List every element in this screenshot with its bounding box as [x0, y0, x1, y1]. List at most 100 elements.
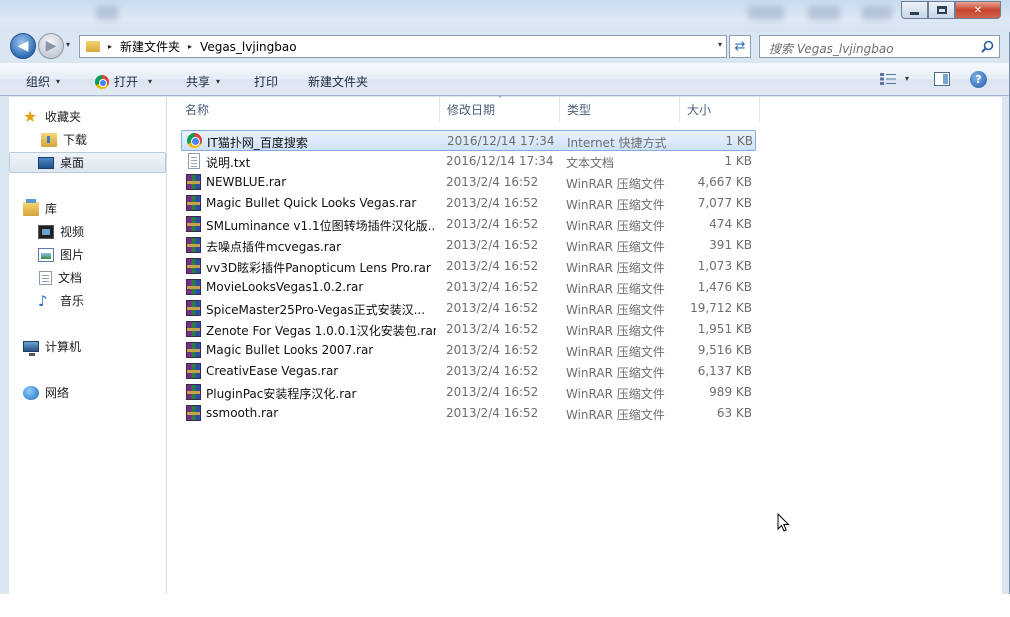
file-date: 2013/2/4 16:52: [446, 175, 539, 189]
file-row[interactable]: Zenote For Vegas 1.0.0.1汉化安装包.rar 2013/2/…: [181, 319, 756, 340]
file-size: 19,712 KB: [690, 301, 752, 315]
print-button[interactable]: 打印: [254, 73, 278, 90]
file-date: 2013/2/4 16:52: [446, 343, 539, 357]
column-header-size[interactable]: 大小: [680, 97, 760, 122]
file-name: PluginPac安装程序汉化.rar: [206, 387, 357, 401]
blurred-title-fragment: [862, 6, 892, 20]
organize-menu[interactable]: 组织 ▾: [26, 73, 60, 90]
share-menu[interactable]: 共享 ▾: [186, 73, 220, 90]
open-menu[interactable]: 打开 ▾: [95, 73, 152, 90]
forward-button[interactable]: ▶: [38, 33, 64, 59]
search-box[interactable]: 搜索 Vegas_lvjingbao: [759, 35, 1000, 58]
rar-icon: [186, 321, 201, 337]
file-type: WinRAR 压缩文件: [566, 198, 665, 212]
file-type: WinRAR 压缩文件: [566, 303, 665, 317]
breadcrumb-chevron-icon[interactable]: ▸: [188, 42, 192, 51]
file-type: WinRAR 压缩文件: [566, 408, 665, 422]
mouse-cursor-icon: [777, 513, 790, 532]
file-row[interactable]: Magic Bullet Quick Looks Vegas.rar 2013/2…: [181, 193, 756, 214]
back-button[interactable]: ◀: [10, 33, 36, 59]
recent-pages-dropdown[interactable]: ▾: [66, 40, 70, 49]
folder-icon: [86, 41, 100, 52]
file-name: SpiceMaster25Pro-Vegas正式安装汉...: [206, 303, 426, 317]
file-row[interactable]: SMLuminance v1.1位图转场插件汉化版... 2013/2/4 16:…: [181, 214, 756, 235]
file-date: 2013/2/4 16:52: [446, 259, 539, 273]
file-type: WinRAR 压缩文件: [566, 219, 665, 233]
file-row[interactable]: IT猫扑网_百度搜索 2016/12/14 17:34 Internet 快捷方式 1…: [181, 130, 756, 151]
column-header-date[interactable]: 修改日期: [440, 97, 560, 122]
file-type: WinRAR 压缩文件: [566, 387, 665, 401]
file-row[interactable]: PluginPac安装程序汉化.rar 2013/2/4 16:52 WinRAR …: [181, 382, 756, 403]
minimize-button[interactable]: [901, 1, 928, 19]
maximize-button[interactable]: [928, 1, 955, 19]
share-label: 共享: [186, 75, 211, 89]
sidebar-item-music[interactable]: ♪ 音乐: [9, 290, 166, 311]
view-options-dropdown[interactable]: ▾: [905, 74, 909, 83]
file-size: 474 KB: [709, 217, 752, 231]
help-icon[interactable]: ?: [970, 71, 987, 88]
file-size: 63 KB: [716, 406, 752, 420]
sidebar-item-favorites[interactable]: ★ 收藏夹: [9, 106, 166, 127]
breadcrumb-item[interactable]: 新建文件夹: [120, 38, 180, 55]
chevron-down-icon: ▾: [56, 77, 61, 86]
sidebar-item-computer[interactable]: 计算机: [9, 336, 166, 357]
address-bar[interactable]: ▸ 新建文件夹 ▸ Vegas_lvjingbao ▾: [79, 35, 727, 58]
file-row[interactable]: 去噪点插件mcvegas.rar 2013/2/4 16:52 WinRAR 压缩文…: [181, 235, 756, 256]
sidebar-item-desktop[interactable]: 桌面: [9, 152, 166, 173]
breadcrumb-chevron-icon[interactable]: ▸: [108, 42, 112, 51]
new-folder-button[interactable]: 新建文件夹: [308, 73, 368, 90]
close-button[interactable]: ✕: [955, 1, 1001, 19]
sidebar-item-videos[interactable]: 视频: [9, 221, 166, 242]
search-input[interactable]: 搜索 Vegas_lvjingbao: [769, 40, 894, 57]
file-row[interactable]: MovieLooksVegas1.0.2.rar 2013/2/4 16:52 Wi…: [181, 277, 756, 298]
file-row[interactable]: CreativEase Vegas.rar 2013/2/4 16:52 WinRA…: [181, 361, 756, 382]
file-date: 2013/2/4 16:52: [446, 406, 539, 420]
file-date: 2013/2/4 16:52: [446, 385, 539, 399]
sidebar-label: 音乐: [60, 294, 85, 308]
column-header-type[interactable]: 类型: [560, 97, 680, 122]
command-bar: 组织 ▾ 打开 ▾ 共享 ▾ 打印 新建文件夹: [0, 63, 1009, 96]
view-options-icon[interactable]: [880, 73, 896, 85]
column-label: 修改日期: [447, 103, 496, 117]
file-date: 2013/2/4 16:52: [446, 280, 539, 294]
sidebar-item-documents[interactable]: 文档: [9, 267, 166, 288]
sidebar-item-downloads[interactable]: 下载: [9, 129, 166, 150]
preview-pane-icon[interactable]: [934, 72, 950, 86]
picture-icon: [38, 247, 54, 262]
sidebar-item-network[interactable]: 网络: [9, 382, 166, 403]
file-row[interactable]: vv3D眩彩插件Panopticum Lens Pro.rar 2013/2/4 …: [181, 256, 756, 277]
file-list[interactable]: 名称 ⌃ 修改日期 类型 大小 IT猫扑网_百度搜索 2016/12/14 17:…: [167, 95, 1002, 594]
file-type: WinRAR 压缩文件: [566, 366, 665, 380]
open-label: 打开: [114, 75, 139, 89]
sidebar-item-pictures[interactable]: 图片: [9, 244, 166, 265]
file-row[interactable]: 说明.txt 2016/12/14 17:34 文本文档 1 KB: [181, 151, 756, 172]
file-type: WinRAR 压缩文件: [566, 177, 665, 191]
refresh-icon: ⇄: [734, 39, 746, 54]
search-icon[interactable]: [981, 40, 994, 53]
file-row[interactable]: ssmooth.rar 2013/2/4 16:52 WinRAR 压缩文件 63 K…: [181, 403, 756, 424]
address-history-dropdown[interactable]: ▾: [718, 40, 722, 49]
back-arrow-icon: ◀: [17, 38, 29, 54]
maximize-icon: [936, 6, 947, 14]
file-size: 989 KB: [709, 385, 752, 399]
file-date: 2013/2/4 16:52: [446, 217, 539, 231]
file-row[interactable]: SpiceMaster25Pro-Vegas正式安装汉... 2013/2/4 1…: [181, 298, 756, 319]
sidebar-label: 文档: [58, 271, 83, 285]
file-size: 1 KB: [725, 134, 753, 148]
caption-buttons: ✕: [901, 1, 1001, 19]
column-header-name[interactable]: 名称: [178, 97, 440, 122]
explorer-window: ✕ ◀ ▶ ▾ ▸ 新建文件夹 ▸ Vegas_lvjingbao ▾ ⇄ 搜索…: [0, 0, 1010, 594]
file-date: 2013/2/4 16:52: [446, 196, 539, 210]
rar-icon: [186, 237, 201, 253]
sidebar-item-libraries[interactable]: 库: [9, 198, 166, 219]
network-icon: [23, 385, 39, 400]
file-date: 2016/12/14 17:34: [446, 154, 554, 168]
file-type: WinRAR 压缩文件: [566, 282, 665, 296]
file-row[interactable]: NEWBLUE.rar 2013/2/4 16:52 WinRAR 压缩文件 4,66…: [181, 172, 756, 193]
rar-icon: [186, 174, 201, 190]
rar-icon: [186, 258, 201, 274]
document-icon: [39, 270, 52, 285]
breadcrumb-item[interactable]: Vegas_lvjingbao: [200, 40, 297, 54]
refresh-button[interactable]: ⇄: [729, 35, 751, 58]
file-row[interactable]: Magic Bullet Looks 2007.rar 2013/2/4 16:5…: [181, 340, 756, 361]
